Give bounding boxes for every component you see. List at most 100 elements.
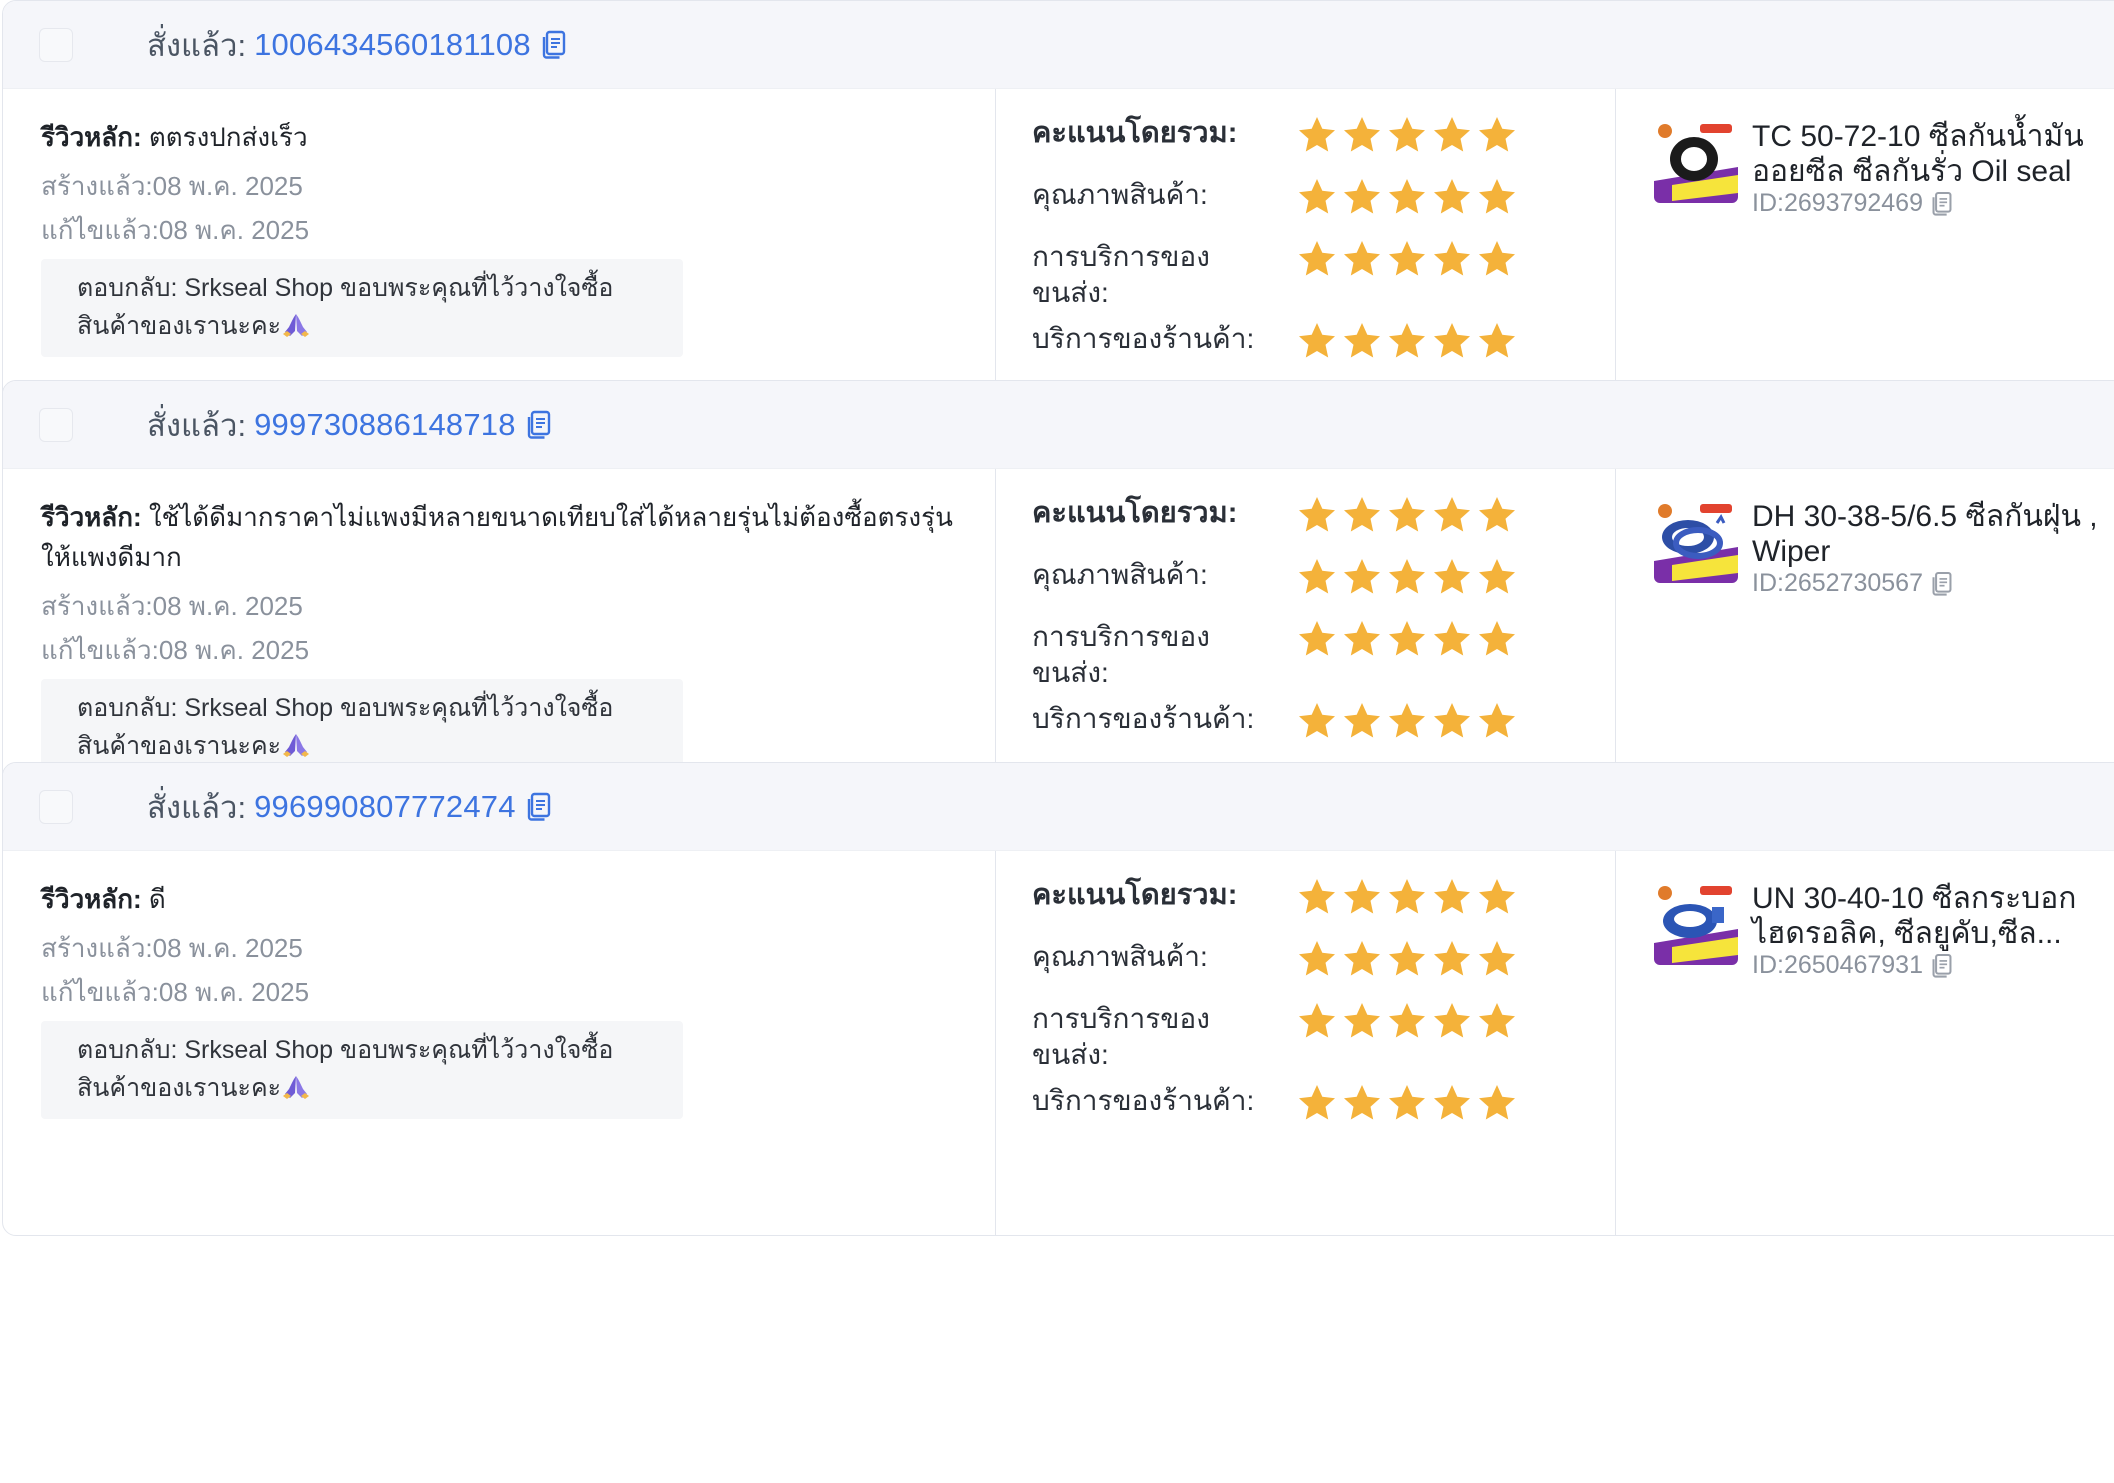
edited-label: แก้ไขแล้ว: — [41, 977, 159, 1007]
star-icon — [1389, 559, 1425, 594]
rating-shop: บริการของร้านค้า: — [1032, 1083, 1615, 1143]
main-review-text: ตตรงปกส่งเร็ว — [148, 122, 308, 152]
product-quality-label: คุณภาพสินค้า: — [1032, 941, 1208, 972]
product-id-label: ID: — [1752, 951, 1784, 979]
review-card: สั่งแล้ว: 996990807772474 รีวิวหลัก: ดี … — [2, 762, 2114, 1236]
edited-date: แก้ไขแล้ว:08 พ.ค. 2025 — [41, 977, 995, 1007]
rating-shipping: การบริการของ ขนส่ง: — [1032, 619, 1615, 701]
product-name-link[interactable]: DH 30-38-5/6.5 ซีลกันฝุ่น , Wiper — [1752, 499, 2102, 569]
star-icon — [1299, 941, 1335, 976]
shipping-label: การบริการของ ขนส่ง: — [1032, 621, 1210, 688]
shop-reply-text: ตอบกลับ: Srkseal Shop ขอบพระคุณที่ไว้วาง… — [77, 274, 614, 340]
edited-label: แก้ไขแล้ว: — [41, 635, 159, 665]
star-icon — [1479, 1003, 1515, 1038]
product-quality-stars — [1297, 557, 1517, 597]
oil-seal-ring-icon — [1654, 119, 1738, 203]
main-review: รีวิวหลัก: ดี — [41, 879, 981, 919]
edited-date: แก้ไขแล้ว:08 พ.ค. 2025 — [41, 635, 995, 665]
shop-reply: ตอบกลับ: Srkseal Shop ขอบพระคุณที่ไว้วาง… — [41, 259, 683, 357]
select-checkbox[interactable] — [39, 407, 73, 442]
star-icon — [1344, 879, 1380, 914]
product-id-value: 2652730567 — [1783, 569, 1923, 597]
product-quality-stars — [1297, 939, 1517, 979]
review-card-header: สั่งแล้ว: 1006434560181108 — [3, 1, 2114, 89]
copy-icon[interactable] — [541, 30, 567, 60]
product-thumbnail[interactable] — [1654, 881, 1738, 965]
overall-label: คะแนนโดยรวม: — [1032, 117, 1238, 149]
edited-label: แก้ไขแล้ว: — [41, 215, 159, 245]
product-thumbnail[interactable] — [1654, 499, 1738, 583]
star-icon — [1479, 117, 1515, 152]
star-icon — [1344, 117, 1380, 152]
order-id-link[interactable]: 996990807772474 — [254, 789, 516, 825]
product-quality-label: คุณภาพสินค้า: — [1032, 179, 1208, 210]
shop-reply-text: ตอบกลับ: Srkseal Shop ขอบพระคุณที่ไว้วาง… — [77, 1036, 614, 1102]
star-icon — [1344, 1085, 1380, 1120]
star-icon — [1344, 703, 1380, 738]
copy-icon[interactable] — [1931, 571, 1953, 597]
star-icon — [1389, 241, 1425, 276]
star-icon — [1389, 941, 1425, 976]
shipping-stars — [1297, 1001, 1517, 1041]
rating-overall: คะแนนโดยรวม: — [1032, 495, 1615, 557]
star-icon — [1479, 497, 1515, 532]
star-icon — [1389, 323, 1425, 358]
product-thumbnail[interactable] — [1654, 119, 1738, 203]
overall-stars — [1297, 495, 1517, 535]
copy-icon[interactable] — [1931, 191, 1953, 217]
rating-overall: คะแนนโดยรวม: — [1032, 877, 1615, 939]
main-review-text: ดี — [148, 884, 166, 914]
star-icon — [1299, 1085, 1335, 1120]
star-icon — [1299, 703, 1335, 738]
star-icon — [1299, 1003, 1335, 1038]
star-icon — [1479, 323, 1515, 358]
product-id: ID: 2652730567 — [1752, 569, 2102, 598]
star-icon — [1434, 497, 1470, 532]
star-icon — [1344, 1003, 1380, 1038]
shop-reply: ตอบกลับ: Srkseal Shop ขอบพระคุณที่ไว้วาง… — [41, 1021, 683, 1119]
ordered-label: สั่งแล้ว: — [147, 789, 247, 825]
shipping-label: การบริการของ ขนส่ง: — [1032, 1003, 1210, 1070]
star-icon — [1434, 879, 1470, 914]
select-checkbox[interactable] — [39, 27, 73, 62]
main-review-text: ใช้ได้ดีมากราคาไม่แพงมีหลายขนาดเทียบใส่ไ… — [41, 502, 953, 572]
product-name-link[interactable]: UN 30-40-10 ซีลกระบอกไฮดรอลิค, ซีลยูคับ,… — [1752, 881, 2102, 951]
star-icon — [1479, 941, 1515, 976]
star-icon — [1479, 1085, 1515, 1120]
review-column: รีวิวหลัก: ดี สร้างแล้ว:08 พ.ค. 2025 แก้… — [3, 851, 996, 1235]
product-quality-stars — [1297, 177, 1517, 217]
copy-icon[interactable] — [526, 792, 552, 822]
created-value: 08 พ.ค. 2025 — [152, 171, 303, 201]
folded-hands-icon — [283, 1076, 310, 1099]
copy-icon[interactable] — [1931, 953, 1953, 979]
star-icon — [1389, 179, 1425, 214]
created-date: สร้างแล้ว:08 พ.ค. 2025 — [41, 591, 995, 621]
created-label: สร้างแล้ว: — [41, 933, 153, 963]
rating-product-quality: คุณภาพสินค้า: — [1032, 939, 1615, 1001]
product-name-link[interactable]: TC 50-72-10 ซีลกันน้ำมัน ออยซีล ซีลกันรั… — [1752, 119, 2102, 189]
order-id-link[interactable]: 1006434560181108 — [254, 27, 531, 63]
product-column: UN 30-40-10 ซีลกระบอกไฮดรอลิค, ซีลยูคับ,… — [1616, 851, 2114, 1235]
rating-shop: บริการของร้านค้า: — [1032, 701, 1615, 761]
star-icon — [1344, 323, 1380, 358]
rating-product-quality: คุณภาพสินค้า: — [1032, 177, 1615, 239]
order-id-link[interactable]: 999730886148718 — [254, 407, 516, 443]
edited-value: 08 พ.ค. 2025 — [158, 215, 310, 245]
star-icon — [1299, 559, 1335, 594]
star-icon — [1389, 497, 1425, 532]
select-checkbox[interactable] — [39, 789, 73, 824]
star-icon — [1479, 179, 1515, 214]
copy-icon[interactable] — [526, 410, 552, 440]
star-icon — [1344, 497, 1380, 532]
star-icon — [1434, 559, 1470, 594]
hydraulic-u-seal-blue-icon — [1654, 881, 1738, 965]
overall-stars — [1297, 115, 1517, 155]
shop-stars — [1297, 321, 1517, 361]
star-icon — [1299, 323, 1335, 358]
rating-shipping: การบริการของ ขนส่ง: — [1032, 239, 1615, 321]
star-icon — [1434, 621, 1470, 656]
folded-hands-icon — [283, 734, 310, 757]
created-value: 08 พ.ค. 2025 — [152, 933, 303, 963]
shop-stars — [1297, 1083, 1517, 1123]
shop-service-label: บริการของร้านค้า: — [1032, 703, 1255, 734]
